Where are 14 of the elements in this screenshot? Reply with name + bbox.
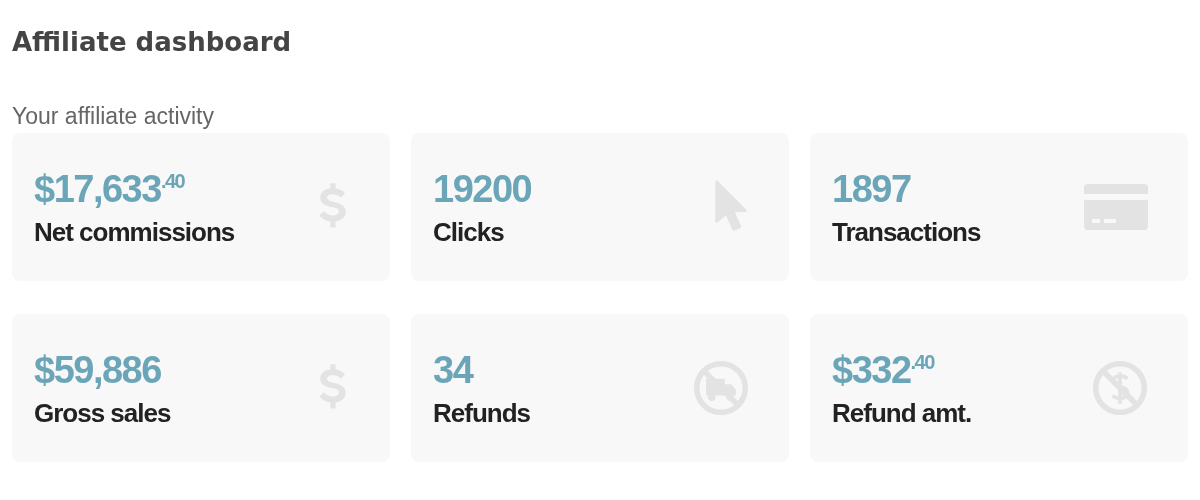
stat-value: $332$^{.40}$ (832, 347, 936, 392)
stat-label: Net commissions (34, 216, 235, 248)
stat-label: Transactions (832, 216, 981, 248)
stat-value: 1897 (832, 166, 912, 211)
section-subtitle: Your affiliate activity (12, 102, 215, 131)
stat-label: Gross sales (34, 397, 171, 429)
stat-label: Refunds (433, 397, 530, 429)
page-title: Affiliate dashboard (12, 26, 293, 59)
stat-value: $17,633$^{.40}$ (34, 166, 186, 211)
stat-label: Clicks (433, 216, 505, 248)
stat-label: Refund amt. (832, 397, 972, 429)
stat-value: 34 (433, 347, 475, 392)
stat-value: 19200 (433, 166, 532, 211)
stat-value: $59,886 (34, 347, 162, 392)
